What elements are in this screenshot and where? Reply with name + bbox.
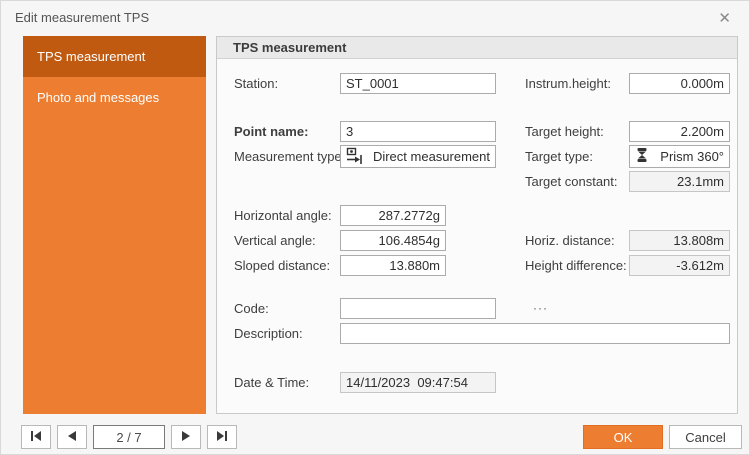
code-input[interactable] <box>341 299 527 318</box>
next-record-icon <box>181 428 191 446</box>
description-label: Description: <box>234 323 303 344</box>
measurement-type-label: Measurement type: <box>234 146 345 167</box>
close-icon[interactable]: ✕ <box>714 7 735 29</box>
measurement-type-value: Direct measurement <box>363 149 490 164</box>
sidebar: TPS measurement Photo and messages <box>23 36 206 414</box>
tps-measurement-panel: TPS measurement Station: Instrum.height:… <box>216 36 738 414</box>
height-difference-field <box>629 255 730 276</box>
sidebar-item-photo-and-messages[interactable]: Photo and messages <box>23 77 206 118</box>
sloped-distance-label: Sloped distance: <box>234 255 330 276</box>
edit-measurement-dialog: Edit measurement TPS ✕ TPS measurement P… <box>0 0 750 455</box>
station-input[interactable] <box>340 73 496 94</box>
vertical-angle-label: Vertical angle: <box>234 230 316 251</box>
cancel-button[interactable]: Cancel <box>669 425 742 449</box>
instrum-height-label: Instrum.height: <box>525 73 611 94</box>
ok-button[interactable]: OK <box>583 425 663 449</box>
next-record-button[interactable] <box>171 425 201 449</box>
point-name-label: Point name: <box>234 121 308 142</box>
target-type-value: Prism 360° <box>649 149 724 164</box>
target-type-label: Target type: <box>525 146 593 167</box>
direct-measurement-icon <box>346 147 363 167</box>
horizontal-angle-label: Horizontal angle: <box>234 205 332 226</box>
instrum-height-input[interactable] <box>629 73 730 94</box>
last-record-icon <box>216 428 228 446</box>
target-height-label: Target height: <box>525 121 604 142</box>
horiz-distance-label: Horiz. distance: <box>525 230 615 251</box>
target-height-input[interactable] <box>629 121 730 142</box>
sidebar-item-tps-measurement[interactable]: TPS measurement <box>23 36 206 77</box>
last-record-button[interactable] <box>207 425 237 449</box>
previous-record-button[interactable] <box>57 425 87 449</box>
horiz-distance-field <box>629 230 730 251</box>
prism-360-icon <box>635 147 649 166</box>
target-type-selector[interactable]: Prism 360° <box>629 145 730 168</box>
horizontal-angle-input[interactable] <box>340 205 446 226</box>
previous-record-icon <box>67 428 77 446</box>
first-record-icon <box>30 428 42 446</box>
target-constant-label: Target constant: <box>525 171 618 192</box>
station-label: Station: <box>234 73 278 94</box>
sloped-distance-input[interactable] <box>340 255 446 276</box>
date-time-label: Date & Time: <box>234 372 309 393</box>
code-label: Code: <box>234 298 269 319</box>
description-input[interactable] <box>340 323 730 344</box>
code-browse-button[interactable]: ··· <box>527 299 554 318</box>
sidebar-item-label: Photo and messages <box>37 90 159 105</box>
measurement-type-selector[interactable]: Direct measurement <box>340 145 496 168</box>
dialog-title: Edit measurement TPS <box>15 10 149 25</box>
vertical-angle-input[interactable] <box>340 230 446 251</box>
point-name-input[interactable] <box>340 121 496 142</box>
code-field-group: ··· <box>340 298 496 319</box>
record-pager[interactable]: 2 / 7 <box>93 425 165 449</box>
target-constant-field <box>629 171 730 192</box>
first-record-button[interactable] <box>21 425 51 449</box>
height-difference-label: Height difference: <box>525 255 627 276</box>
date-time-field <box>340 372 496 393</box>
sidebar-item-label: TPS measurement <box>37 49 145 64</box>
panel-header: TPS measurement <box>217 37 737 59</box>
